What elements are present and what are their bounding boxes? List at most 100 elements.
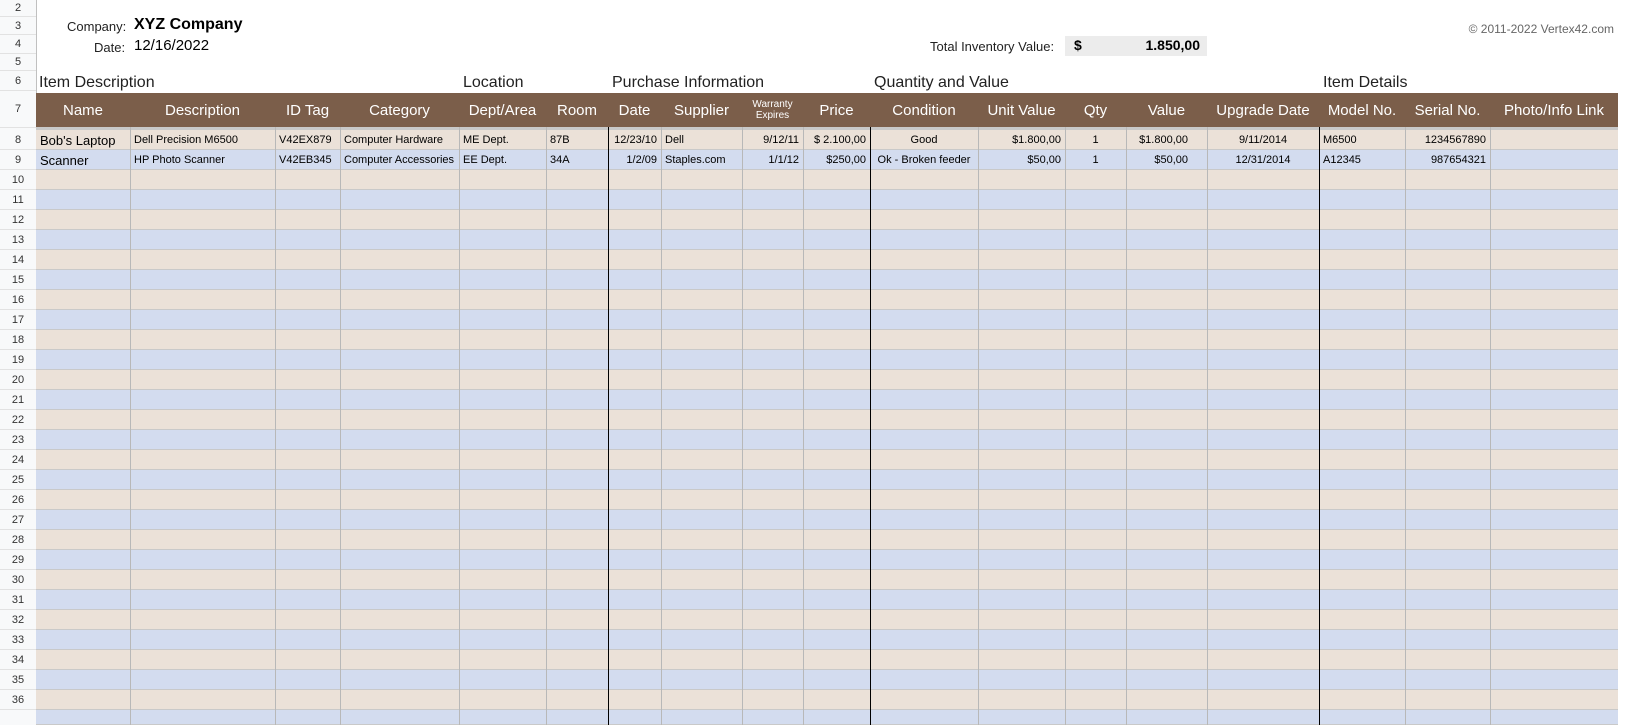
- cell-value[interactable]: $1.800,00: [1126, 130, 1192, 150]
- row-number[interactable]: 3: [0, 17, 36, 35]
- row-number[interactable]: 15: [0, 270, 36, 290]
- col-header-id-tag[interactable]: ID Tag: [275, 93, 340, 127]
- cell-id-tag[interactable]: V42EX879: [275, 130, 340, 150]
- row-number[interactable]: 29: [0, 550, 36, 570]
- row-number[interactable]: 8: [0, 130, 36, 150]
- table-row[interactable]: [36, 270, 1618, 290]
- col-header-qty[interactable]: Qty: [1065, 93, 1126, 127]
- row-number[interactable]: 28: [0, 530, 36, 550]
- row-number[interactable]: 2: [0, 0, 36, 17]
- row-number[interactable]: 26: [0, 490, 36, 510]
- row-number[interactable]: 5: [0, 54, 36, 71]
- col-header-unit-value[interactable]: Unit Value: [978, 93, 1065, 127]
- table-row[interactable]: [36, 310, 1618, 330]
- row-number[interactable]: 9: [0, 150, 36, 170]
- col-header-room[interactable]: Room: [546, 93, 608, 127]
- table-row[interactable]: [36, 670, 1618, 690]
- cell-unit-value[interactable]: $1.800,00: [978, 130, 1065, 150]
- table-row[interactable]: [36, 550, 1618, 570]
- table-row[interactable]: [36, 610, 1618, 630]
- row-number[interactable]: 22: [0, 410, 36, 430]
- row-number[interactable]: 13: [0, 230, 36, 250]
- cell-price[interactable]: $ 2.100,00: [803, 130, 870, 150]
- col-header-price[interactable]: Price: [803, 93, 870, 127]
- col-header-condition[interactable]: Condition: [870, 93, 978, 127]
- cell-qty[interactable]: 1: [1065, 130, 1126, 150]
- row-number[interactable]: 17: [0, 310, 36, 330]
- cell-room[interactable]: 34A: [546, 150, 608, 170]
- table-row[interactable]: [36, 390, 1618, 410]
- cell-serial-no[interactable]: 1234567890: [1405, 130, 1490, 150]
- table-row[interactable]: [36, 170, 1618, 190]
- row-number[interactable]: 16: [0, 290, 36, 310]
- table-row[interactable]: [36, 410, 1618, 430]
- row-number[interactable]: 31: [0, 590, 36, 610]
- row-number[interactable]: 7: [0, 91, 36, 128]
- row-number[interactable]: 33: [0, 630, 36, 650]
- table-row[interactable]: [36, 450, 1618, 470]
- cell-unit-value[interactable]: $50,00: [978, 150, 1065, 170]
- table-row[interactable]: [36, 510, 1618, 530]
- table-row[interactable]: [36, 490, 1618, 510]
- table-row[interactable]: [36, 650, 1618, 670]
- row-number[interactable]: 4: [0, 35, 36, 54]
- col-header-supplier[interactable]: Supplier: [661, 93, 742, 127]
- cell-photo-info-link[interactable]: [1490, 130, 1618, 150]
- row-number[interactable]: 19: [0, 350, 36, 370]
- cell-condition[interactable]: Ok - Broken feeder: [870, 150, 978, 170]
- cell-upgrade-date[interactable]: 9/11/2014: [1207, 130, 1319, 150]
- cell-name[interactable]: Scanner: [36, 150, 130, 170]
- col-header-value[interactable]: Value: [1126, 93, 1207, 127]
- col-header-photo-info-link[interactable]: Photo/Info Link: [1490, 93, 1618, 127]
- cell-serial-no[interactable]: 987654321: [1405, 150, 1490, 170]
- cell-category[interactable]: Computer Hardware: [340, 130, 459, 150]
- row-number[interactable]: 6: [0, 71, 36, 91]
- table-row[interactable]: [36, 370, 1618, 390]
- cell-supplier[interactable]: Staples.com: [661, 150, 742, 170]
- table-row[interactable]: [36, 330, 1618, 350]
- table-row[interactable]: [36, 570, 1618, 590]
- col-header-upgrade-date[interactable]: Upgrade Date: [1207, 93, 1319, 127]
- cell-qty[interactable]: 1: [1065, 150, 1126, 170]
- col-header-date[interactable]: Date: [608, 93, 661, 127]
- cell-name[interactable]: Bob's Laptop: [36, 130, 130, 150]
- cell-date[interactable]: 12/23/10: [608, 130, 661, 150]
- table-row[interactable]: [36, 530, 1618, 550]
- table-row[interactable]: [36, 690, 1618, 710]
- col-header-serial-no[interactable]: Serial No.: [1405, 93, 1490, 127]
- col-header-warranty-expires[interactable]: Warranty Expires: [742, 93, 803, 127]
- table-row[interactable]: [36, 290, 1618, 310]
- table-row[interactable]: [36, 250, 1618, 270]
- col-header-name[interactable]: Name: [36, 93, 130, 127]
- cell-photo-info-link[interactable]: [1490, 150, 1618, 170]
- row-number[interactable]: 36: [0, 690, 36, 710]
- table-row[interactable]: [36, 430, 1618, 450]
- row-number[interactable]: 18: [0, 330, 36, 350]
- cell-supplier[interactable]: Dell: [661, 130, 742, 150]
- cell-room[interactable]: 87B: [546, 130, 608, 150]
- cell-dept-area[interactable]: ME Dept.: [459, 130, 546, 150]
- cell-dept-area[interactable]: EE Dept.: [459, 150, 546, 170]
- cell-date[interactable]: 1/2/09: [608, 150, 661, 170]
- cell-id-tag[interactable]: V42EB345: [275, 150, 340, 170]
- cell-value[interactable]: $50,00: [1126, 150, 1192, 170]
- table-row[interactable]: [36, 190, 1618, 210]
- table-row[interactable]: [36, 210, 1618, 230]
- table-row[interactable]: [36, 590, 1618, 610]
- cell-description[interactable]: HP Photo Scanner: [130, 150, 275, 170]
- cell-warranty-expires[interactable]: 9/12/11: [742, 130, 803, 150]
- col-header-dept-area[interactable]: Dept/Area: [459, 93, 546, 127]
- cell-model-no[interactable]: A12345: [1319, 150, 1405, 170]
- row-number[interactable]: 10: [0, 170, 36, 190]
- col-header-description[interactable]: Description: [130, 93, 275, 127]
- col-header-category[interactable]: Category: [340, 93, 459, 127]
- row-number[interactable]: 14: [0, 250, 36, 270]
- table-row[interactable]: [36, 470, 1618, 490]
- table-row[interactable]: [36, 710, 1618, 725]
- cell-warranty-expires[interactable]: 1/1/12: [742, 150, 803, 170]
- row-number[interactable]: 23: [0, 430, 36, 450]
- date-value[interactable]: 12/16/2022: [134, 37, 209, 54]
- row-number[interactable]: 20: [0, 370, 36, 390]
- company-name[interactable]: XYZ Company: [134, 16, 242, 34]
- table-row[interactable]: [36, 230, 1618, 250]
